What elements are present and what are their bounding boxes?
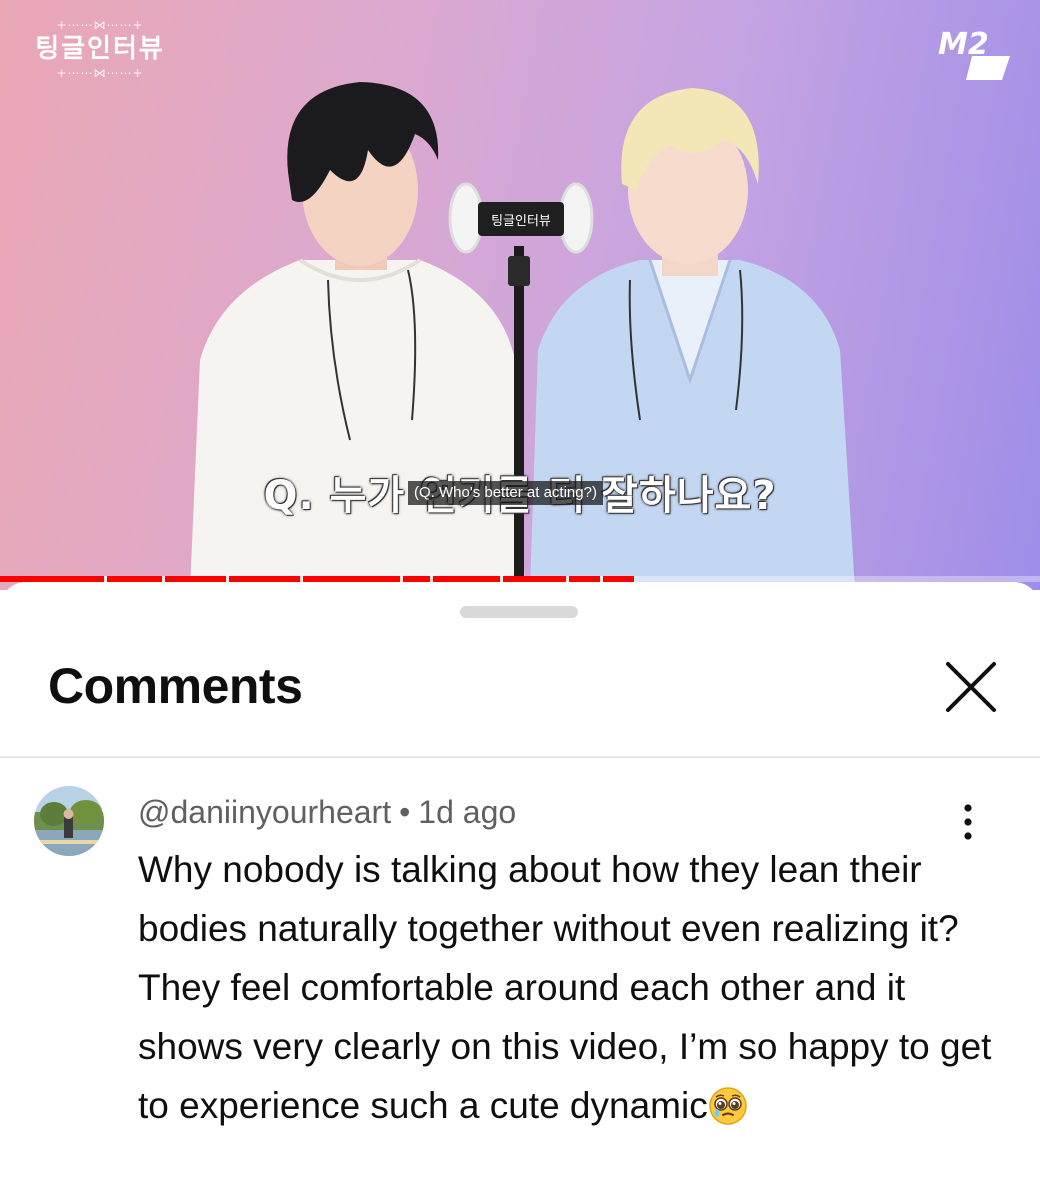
header-divider	[0, 756, 1040, 758]
video-player[interactable]: +⋯⋯⋈⋯⋯+ 팅글인터뷰 +⋯⋯⋈⋯⋯+ M2 팅글인터뷰 Q. 누가 잘하나…	[0, 0, 1040, 590]
meta-separator: •	[399, 794, 411, 830]
comment-header: @daniinyourheart • 1d ago	[138, 792, 516, 832]
pleading-face-emoji-icon	[708, 1087, 747, 1125]
channel-logo: +⋯⋯⋈⋯⋯+ 팅글인터뷰 +⋯⋯⋈⋯⋯+	[30, 18, 170, 82]
logo-ornament-bottom: +⋯⋯⋈⋯⋯+	[56, 66, 144, 80]
mic-label: 팅글인터뷰	[491, 214, 551, 229]
drag-handle[interactable]	[460, 606, 578, 618]
m2-logo-icon: M2	[938, 27, 1010, 80]
comments-sheet: Comments @daniinyourheart • 1d ago Why nob…	[0, 582, 1040, 1200]
logo-ornament-top: +⋯⋯⋈⋯⋯+	[56, 18, 144, 32]
comments-title: Comments	[48, 658, 303, 714]
more-vert-icon[interactable]	[948, 800, 988, 844]
comment-author[interactable]: @daniinyourheart	[138, 794, 391, 830]
comment-time: 1d ago	[418, 794, 517, 830]
close-icon[interactable]	[938, 654, 1004, 720]
channel-logo-text: 팅글인터뷰	[35, 34, 165, 64]
comment-text: Why nobody is talking about how they lea…	[138, 849, 992, 1126]
subtitle-english: (Q. Who's better at acting?)	[408, 481, 603, 505]
comment-body: Why nobody is talking about how they lea…	[138, 840, 998, 1135]
avatar[interactable]	[34, 786, 104, 856]
